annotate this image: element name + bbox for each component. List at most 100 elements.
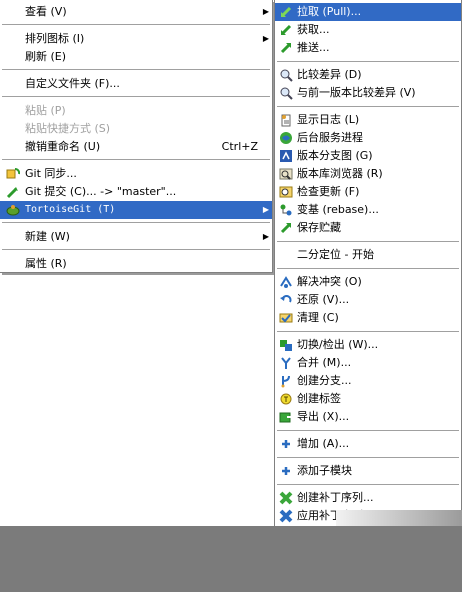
menu-item-label: 查看 (V) [25,5,67,18]
pull-icon [279,5,293,19]
submenu-item-pull[interactable]: 拉取 (Pull)... [275,3,461,21]
submenu-item-cleanup[interactable]: 清理 (C) [275,309,461,327]
submenu-item-fetch[interactable]: 获取... [275,21,461,39]
menu-item-label: 创建分支... [297,374,352,387]
menu-item-label: 版本库浏览器 (R) [297,167,383,180]
submenu-arrow-icon: ▶ [262,205,269,214]
submenu-item-diff[interactable]: 比较差异 (D) [275,66,461,84]
submenu-item-repo-browser[interactable]: 版本库浏览器 (R) [275,165,461,183]
menu-separator [277,457,459,458]
resolve-icon [279,275,293,289]
menu-item-git-commit[interactable]: Git 提交 (C)... -> "master"... [0,183,272,201]
explorer-context-menu: 查看 (V) ▶ 排列图标 (I) ▶ 刷新 (E) 自定义文件夹 (F)...… [0,0,273,273]
menu-item-tortoisegit[interactable]: TortoiseGit (T) ▶ [0,201,272,219]
tortoisegit-submenu: 拉取 (Pull)... 获取... 推送... 比较差异 (D) 与前一版本比… [274,0,462,527]
check-modifications-icon [279,185,293,199]
bottom-gray-region [0,526,462,592]
menu-item-label: 比较差异 (D) [297,68,362,81]
menu-item-label: 二分定位 - 开始 [297,248,374,261]
merge-icon [279,356,293,370]
submenu-item-resolve[interactable]: 解决冲突 (O) [275,273,461,291]
submenu-arrow-icon: ▶ [262,7,269,16]
menu-item-refresh[interactable]: 刷新 (E) [0,48,272,66]
menu-separator [2,69,270,70]
submenu-item-add-submodule[interactable]: 添加子模块 [275,462,461,480]
submenu-arrow-icon: ▶ [262,232,269,241]
menu-separator [2,249,270,250]
menu-item-view[interactable]: 查看 (V) ▶ [0,3,272,21]
submenu-item-daemon[interactable]: 后台服务进程 [275,129,461,147]
daemon-icon [279,131,293,145]
tag-icon [279,392,293,406]
menu-item-label: 后台服务进程 [297,131,363,144]
submenu-item-create-branch[interactable]: 创建分支... [275,372,461,390]
shortcut-text: Ctrl+Z [221,140,258,153]
menu-item-properties[interactable]: 属性 (R) [0,255,272,273]
menu-item-label: 合并 (M)... [297,356,352,369]
menu-item-label: 导出 (X)... [297,410,350,423]
submenu-item-export[interactable]: 导出 (X)... [275,408,461,426]
menu-item-new[interactable]: 新建 (W) ▶ [0,228,272,246]
menu-separator [277,268,459,269]
repo-browser-icon [279,167,293,181]
submenu-item-show-log[interactable]: 显示日志 (L) [275,111,461,129]
switch-icon [279,338,293,352]
export-icon [279,410,293,424]
menu-item-undo-rename[interactable]: 撤销重命名 (U) Ctrl+Z [0,138,272,156]
menu-item-label: Git 同步... [25,167,77,180]
menu-item-customize-folder[interactable]: 自定义文件夹 (F)... [0,75,272,93]
menu-item-paste: 粘贴 (P) [0,102,272,120]
submenu-item-diff-previous[interactable]: 与前一版本比较差异 (V) [275,84,461,102]
menu-item-label: 切换/检出 (W)... [297,338,379,351]
menu-separator [277,430,459,431]
menu-item-label: 获取... [297,23,330,36]
rebase-icon [279,203,293,217]
cleanup-icon [279,311,293,325]
submenu-item-push[interactable]: 推送... [275,39,461,57]
menu-item-label: 新建 (W) [25,230,70,243]
menu-item-label: 与前一版本比较差异 (V) [297,86,416,99]
menu-item-label: 清理 (C) [297,311,339,324]
submenu-item-rebase[interactable]: 变基 (rebase)... [275,201,461,219]
menu-separator [277,484,459,485]
menu-item-arrange-icons[interactable]: 排列图标 (I) ▶ [0,30,272,48]
apply-patch-icon [279,509,293,523]
git-commit-icon [6,185,20,199]
submenu-item-stash-save[interactable]: 保存贮藏 [275,219,461,237]
menu-separator [2,24,270,25]
menu-item-label: 创建补丁序列... [297,491,374,504]
menu-item-label: 变基 (rebase)... [297,203,379,216]
submenu-item-revision-graph[interactable]: 版本分支图 (G) [275,147,461,165]
menu-item-label: 属性 (R) [25,257,67,270]
fetch-icon [279,23,293,37]
menu-item-label: 保存贮藏 [297,221,341,234]
menu-item-label: 粘贴快捷方式 (S) [25,122,111,135]
submenu-item-create-tag[interactable]: 创建标签 [275,390,461,408]
menu-item-label: 推送... [297,41,330,54]
submenu-item-create-patch-serial[interactable]: 创建补丁序列... [275,489,461,507]
menu-separator [2,96,270,97]
branch-icon [279,374,293,388]
menu-separator [2,159,270,160]
menu-separator [277,241,459,242]
menu-separator [277,331,459,332]
menu-item-label: 版本分支图 (G) [297,149,373,162]
menu-item-label: 撤销重命名 (U) [25,140,101,153]
submenu-item-revert[interactable]: 还原 (V)... [275,291,461,309]
menu-item-label: Git 提交 (C)... -> "master"... [25,185,177,198]
submenu-item-check-modifications[interactable]: 检查更新 (F) [275,183,461,201]
submenu-item-switch-checkout[interactable]: 切换/检出 (W)... [275,336,461,354]
submenu-item-add[interactable]: 增加 (A)... [275,435,461,453]
submenu-item-merge[interactable]: 合并 (M)... [275,354,461,372]
menu-item-label: 排列图标 (I) [25,32,85,45]
submenu-arrow-icon: ▶ [262,34,269,43]
tortoisegit-icon [6,203,20,217]
menu-item-label: 还原 (V)... [297,293,350,306]
log-icon [279,113,293,127]
menu-item-label: 粘贴 (P) [25,104,66,117]
submenu-item-bisect-start[interactable]: 二分定位 - 开始 [275,246,461,264]
menu-separator [277,106,459,107]
menu-item-git-sync[interactable]: Git 同步... [0,165,272,183]
menu-item-label: TortoiseGit (T) [25,204,116,215]
stash-save-icon [279,221,293,235]
